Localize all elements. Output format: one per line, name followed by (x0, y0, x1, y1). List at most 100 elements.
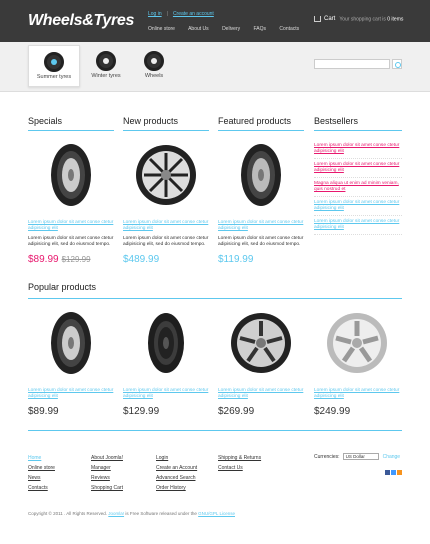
tyre-image[interactable] (36, 308, 106, 378)
product-card-popular: Lorem ipsum dolor sit amet conse ctetur … (218, 308, 304, 417)
footer-link-contact-us[interactable]: Contact Us (218, 463, 261, 473)
currency-select[interactable]: US Dollar (342, 453, 379, 460)
footer-link-home[interactable]: Home (28, 453, 55, 463)
product-price: $249.99 (314, 406, 351, 417)
product-name-link[interactable]: Lorem ipsum dolor sit amet conse ctetur … (28, 388, 114, 400)
footer-link-online-store[interactable]: Online store (28, 463, 55, 473)
wheel-image[interactable] (131, 140, 201, 210)
footer-link-shopping-cart[interactable]: Shopping Cart (91, 483, 123, 493)
currency-selector: Currencies: US Dollar Change (314, 453, 400, 460)
wheel-icon (144, 51, 164, 71)
category-label: Wheels (144, 73, 164, 79)
tyre-image[interactable] (36, 140, 106, 210)
social-icons (384, 470, 402, 477)
product-price: $119.99 (218, 254, 254, 265)
copyright-text: Copyright © 2011 . All Rights Reserved. … (28, 511, 235, 516)
category-label: Winter tyres (91, 73, 121, 79)
nav-online-store[interactable]: Online store (148, 26, 175, 32)
bestsellers-list: Lorem ipsum dolor sit amet conse ctetur … (314, 143, 402, 238)
bestseller-link[interactable]: Lorem ipsum dolor sit amet conse ctetur … (314, 162, 402, 178)
footer-link-create-account[interactable]: Create an Account (156, 463, 197, 473)
footer-link-news[interactable]: News (28, 473, 55, 483)
footer-links-col-4: Shipping & Returns Contact Us (218, 453, 261, 473)
section-title-new-products: New products (123, 116, 179, 126)
wheel-image[interactable] (322, 308, 392, 378)
footer-links-col-3: Login Create an Account Advanced Search … (156, 453, 197, 493)
cart-count: 0 items (387, 16, 404, 23)
section-divider (28, 298, 402, 299)
section-divider (28, 130, 114, 131)
product-description: Lorem ipsum dolor sit amet conse ctetur … (123, 236, 209, 247)
footer-link-contacts[interactable]: Contacts (28, 483, 55, 493)
product-card-specials: Lorem ipsum dolor sit amet conse ctetur … (28, 140, 114, 265)
change-currency-button[interactable]: Change (383, 454, 401, 460)
section-title-featured-products: Featured products (218, 116, 292, 126)
tyre-icon (44, 52, 64, 72)
section-title-bestsellers: Bestsellers (314, 116, 359, 126)
bestseller-link[interactable]: Lorem ipsum dolor sit amet conse ctetur … (314, 219, 402, 235)
product-name-link[interactable]: Lorem ipsum dolor sit amet conse ctetur … (123, 388, 209, 400)
old-price: $129.99 (61, 255, 91, 264)
facebook-icon[interactable] (385, 470, 390, 475)
product-name-link[interactable]: Lorem ipsum dolor sit amet conse ctetur … (218, 388, 304, 400)
search-input[interactable] (314, 59, 390, 69)
login-link[interactable]: Log in (148, 11, 162, 17)
product-price: $89.99 $129.99 (28, 254, 114, 265)
main-nav: Online store About Us Delivery FAQs Cont… (148, 26, 311, 32)
product-description: Lorem ipsum dolor sit amet conse ctetur … (28, 236, 114, 247)
footer-link-manager[interactable]: Manager (91, 463, 123, 473)
cart-text: Your shopping cart is (339, 16, 386, 23)
rss-icon[interactable] (397, 470, 402, 475)
tyre-image[interactable] (131, 308, 201, 378)
nav-about-us[interactable]: About Us (188, 26, 209, 32)
product-card-popular: Lorem ipsum dolor sit amet conse ctetur … (123, 308, 209, 417)
product-price: $489.99 (123, 254, 160, 265)
account-links: Log in | Create an account (148, 11, 214, 17)
product-name-link[interactable]: Lorem ipsum dolor sit amet conse ctetur … (314, 388, 400, 400)
cart-icon (314, 16, 321, 22)
search-button[interactable] (392, 59, 402, 69)
footer-link-advanced-search[interactable]: Advanced Search (156, 473, 197, 483)
product-card-new: Lorem ipsum dolor sit amet conse ctetur … (123, 140, 209, 265)
joomla-link[interactable]: Joomla! (108, 511, 124, 516)
product-price: $129.99 (123, 406, 160, 417)
footer-link-login[interactable]: Login (156, 453, 197, 463)
footer-link-reviews[interactable]: Reviews (91, 473, 123, 483)
twitter-icon[interactable] (391, 470, 396, 475)
section-title-specials: Specials (28, 116, 63, 126)
cart-widget[interactable]: Cart Your shopping cart is 0 items (314, 16, 403, 22)
footer-link-order-history[interactable]: Order History (156, 483, 197, 493)
product-price: $269.99 (218, 406, 255, 417)
product-card-featured: Lorem ipsum dolor sit amet conse ctetur … (218, 140, 304, 265)
site-header: Wheels&Tyres Log in | Create an account On… (0, 0, 430, 42)
gpl-license-link[interactable]: GNU/GPL License (198, 511, 235, 516)
footer-links-col-1: Home Online store News Contacts (28, 453, 55, 493)
product-card-popular: Lorem ipsum dolor sit amet conse ctetur … (28, 308, 114, 417)
bestseller-link[interactable]: Lorem ipsum dolor sit amet conse ctetur … (314, 200, 402, 216)
cart-title: Cart (324, 16, 336, 23)
section-title-popular-products: Popular products (28, 282, 97, 292)
footer-link-about[interactable]: About Joomla! (91, 453, 123, 463)
site-logo[interactable]: Wheels&Tyres (28, 12, 134, 30)
product-name-link[interactable]: Lorem ipsum dolor sit amet conse ctetur … (28, 220, 114, 232)
currencies-label: Currencies: (314, 453, 340, 460)
product-name-link[interactable]: Lorem ipsum dolor sit amet conse ctetur … (123, 220, 209, 232)
category-summer-tyres[interactable]: Summer tyres (28, 45, 80, 87)
nav-delivery[interactable]: Delivery (222, 26, 240, 32)
product-name-link[interactable]: Lorem ipsum dolor sit amet conse ctetur … (218, 220, 304, 232)
nav-contacts[interactable]: Contacts (279, 26, 299, 32)
tyre-icon (96, 51, 116, 71)
category-winter-tyres[interactable]: Winter tyres (80, 45, 132, 87)
wheel-image[interactable] (226, 308, 296, 378)
section-divider (123, 130, 209, 131)
bestseller-link[interactable]: Magna aliqua ut enim ad minim veniam, qu… (314, 181, 402, 197)
bestseller-link[interactable]: Lorem ipsum dolor sit amet conse ctetur … (314, 143, 402, 159)
tyre-image[interactable] (226, 140, 296, 210)
section-divider (218, 130, 304, 131)
nav-faqs[interactable]: FAQs (254, 26, 267, 32)
sale-price: $89.99 (28, 254, 59, 265)
footer-link-shipping[interactable]: Shipping & Returns (218, 453, 261, 463)
section-divider (314, 130, 402, 131)
category-wheels[interactable]: Wheels (128, 45, 180, 87)
create-account-link[interactable]: Create an account (173, 11, 214, 17)
